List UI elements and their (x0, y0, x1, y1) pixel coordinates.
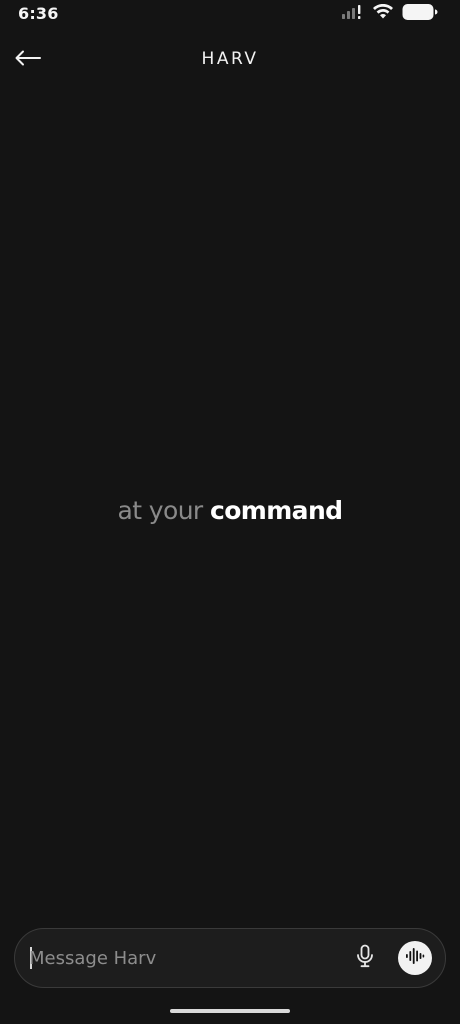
home-indicator[interactable] (170, 1009, 290, 1013)
message-composer (14, 928, 446, 988)
cellular-signal-icon (342, 4, 364, 24)
voice-waveform-icon (405, 947, 425, 969)
status-bar: 6:36 (0, 0, 460, 30)
voice-mode-button[interactable] (398, 941, 432, 975)
tagline-muted-text: at your (117, 496, 204, 525)
microphone-icon (356, 944, 374, 972)
battery-icon (402, 3, 438, 25)
tagline-strong-text: command (209, 496, 343, 525)
status-time: 6:36 (18, 4, 59, 23)
header: HARV (0, 40, 460, 80)
wifi-icon (372, 3, 394, 24)
tagline: at your command (0, 496, 460, 525)
page-title: HARV (201, 49, 259, 69)
microphone-button[interactable] (351, 944, 379, 972)
status-icons (342, 3, 438, 25)
message-input[interactable] (29, 939, 329, 977)
